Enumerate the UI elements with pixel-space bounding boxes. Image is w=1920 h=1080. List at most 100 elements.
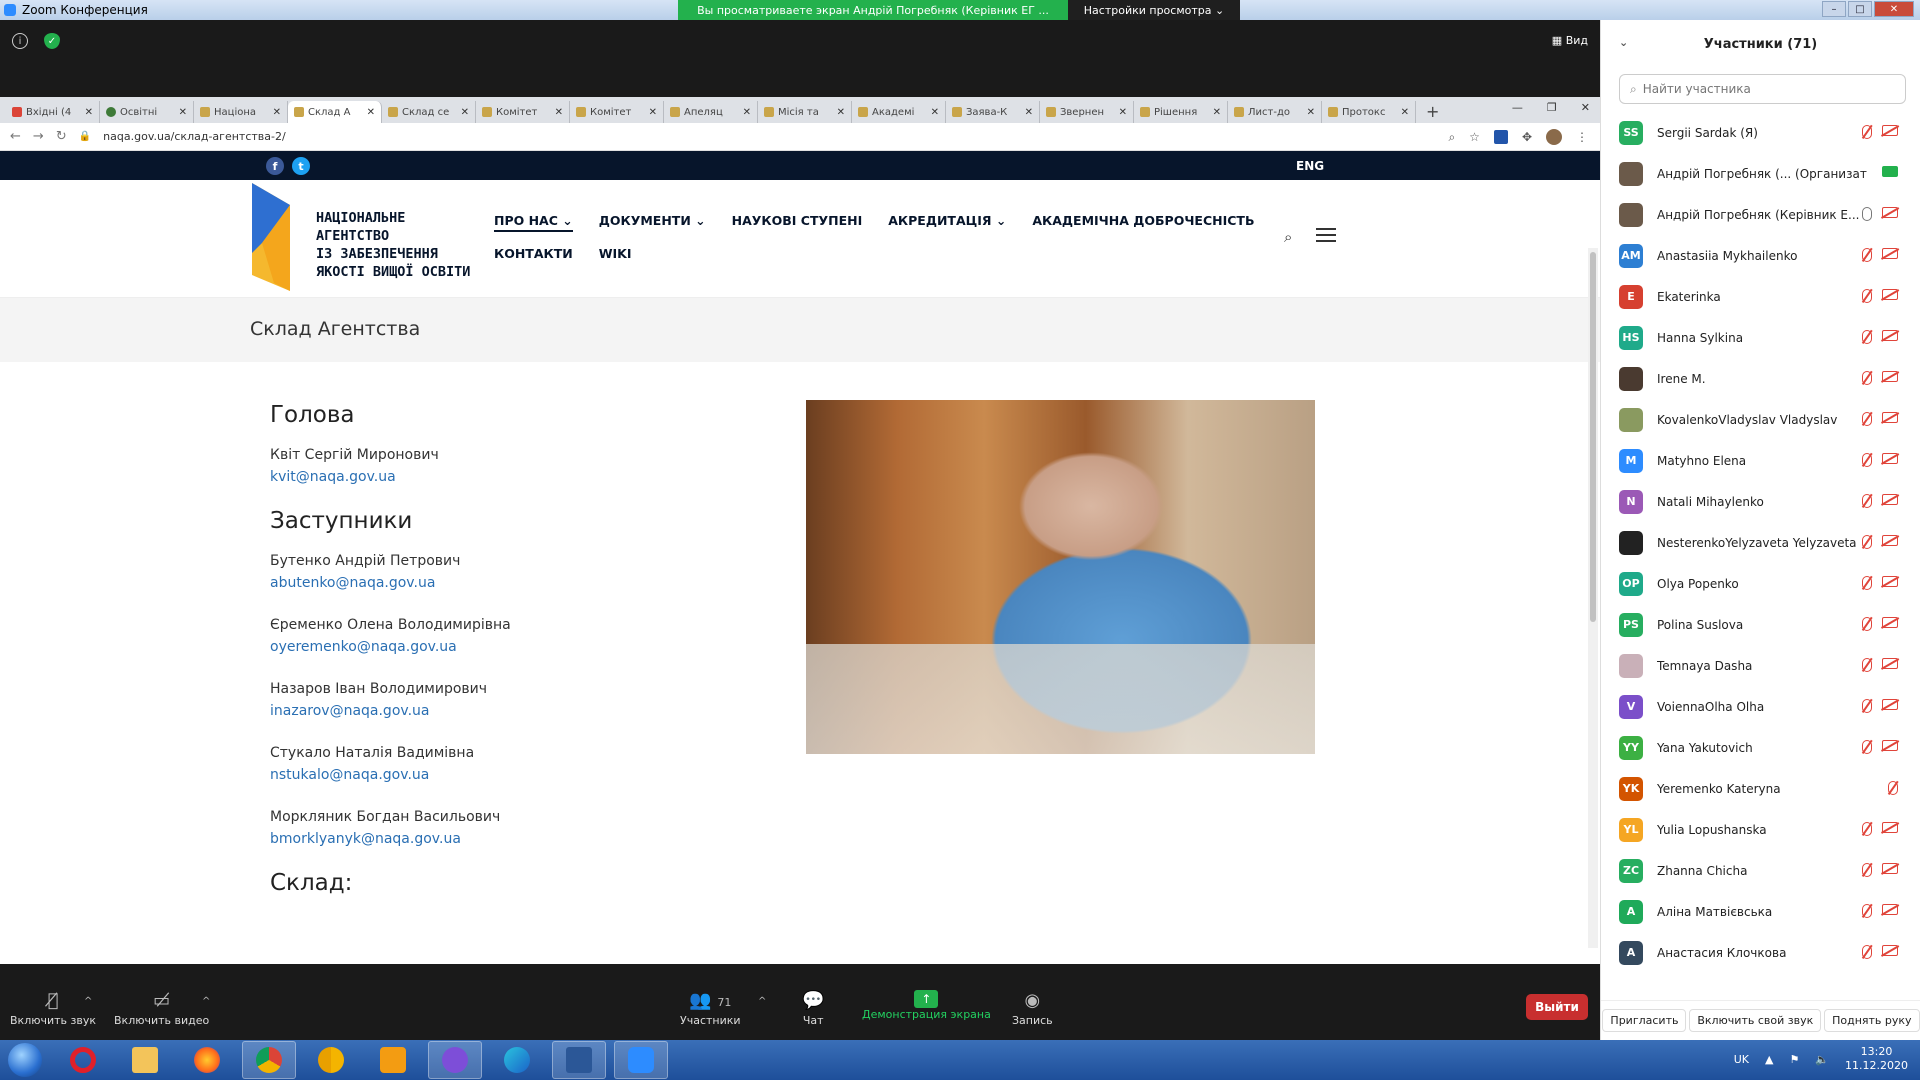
participant-row[interactable]: N Natali Mihaylenko	[1601, 481, 1920, 522]
browser-tab[interactable]: Рішення ✕	[1134, 101, 1228, 123]
tab-close-icon[interactable]: ✕	[1401, 107, 1409, 118]
address-bar[interactable]: naqa.gov.ua/склад-агентства-2/	[103, 130, 286, 143]
profile-avatar[interactable]	[1546, 129, 1562, 145]
zoom-magnifier-icon[interactable]: ⌕	[1448, 130, 1455, 145]
volume-icon[interactable]: 🔈	[1815, 1053, 1829, 1066]
tab-close-icon[interactable]: ✕	[555, 107, 563, 118]
browser-tab[interactable]: Лист-до ✕	[1228, 101, 1322, 123]
browser-tab[interactable]: Звернен ✕	[1040, 101, 1134, 123]
person-email-link[interactable]: bmorklyanyk@naqa.gov.ua	[270, 828, 770, 850]
person-email-link[interactable]: abutenko@naqa.gov.ua	[270, 572, 770, 594]
participant-search-input[interactable]	[1642, 82, 1905, 96]
maximize-button[interactable]: □	[1848, 1, 1872, 17]
nav-item-about[interactable]: ПРО НАС ⌄	[494, 213, 573, 232]
taskbar-opera[interactable]	[56, 1041, 110, 1079]
page-scrollbar[interactable]	[1588, 248, 1598, 948]
tab-close-icon[interactable]: ✕	[837, 107, 845, 118]
person-email-link[interactable]: oyeremenko@naqa.gov.ua	[270, 636, 770, 658]
logo-text[interactable]: НАЦІОНАЛЬНЕ АГЕНТСТВО ІЗ ЗАБЕЗПЕЧЕННЯ ЯК…	[316, 209, 470, 281]
participant-row[interactable]: Андрій Погребняк (Керівник Е...	[1601, 194, 1920, 235]
browser-tab[interactable]: Освітні ✕	[100, 101, 194, 123]
taskbar-chrome[interactable]	[242, 1041, 296, 1079]
view-button[interactable]: ▦ Вид	[1552, 34, 1588, 47]
participant-row[interactable]: KovalenkoVladyslav Vladyslav	[1601, 399, 1920, 440]
browser-restore-icon[interactable]: ❐	[1547, 101, 1557, 114]
nav-item-wiki[interactable]: WIKI	[599, 246, 632, 261]
tray-expand-icon[interactable]: ▲	[1765, 1053, 1773, 1066]
participants-button[interactable]: 👥 71 Участники	[680, 990, 741, 1027]
twitter-icon[interactable]: t	[292, 157, 310, 175]
collapse-chevron-icon[interactable]: ⌄	[1619, 36, 1628, 49]
tab-close-icon[interactable]: ✕	[273, 107, 281, 118]
participant-row[interactable]: E Ekaterinka	[1601, 276, 1920, 317]
view-options-button[interactable]: Настройки просмотра ⌄	[1068, 0, 1240, 20]
participant-row[interactable]: A Аліна Матвієвська	[1601, 891, 1920, 932]
browser-tab[interactable]: Склад А ✕	[288, 101, 382, 123]
tab-close-icon[interactable]: ✕	[1307, 107, 1315, 118]
participant-row[interactable]: YY Yana Yakutovich	[1601, 727, 1920, 768]
clock[interactable]: 13:20 11.12.2020	[1845, 1045, 1908, 1073]
tab-close-icon[interactable]: ✕	[1119, 107, 1127, 118]
language-switch-eng[interactable]: ENG	[1296, 159, 1324, 173]
facebook-icon[interactable]: f	[266, 157, 284, 175]
participant-row[interactable]: Irene M.	[1601, 358, 1920, 399]
participant-row[interactable]: SS Sergii Sardak (Я)	[1601, 112, 1920, 153]
lock-icon[interactable]: 🔒	[79, 131, 91, 142]
video-options-caret-icon[interactable]: ^	[202, 996, 210, 1007]
person-email-link[interactable]: kvit@naqa.gov.ua	[270, 466, 770, 488]
nav-item-documents[interactable]: ДОКУМЕНТИ ⌄	[599, 213, 706, 232]
taskbar-edge[interactable]	[490, 1041, 544, 1079]
participant-row[interactable]: YL Yulia Lopushanska	[1601, 809, 1920, 850]
tab-close-icon[interactable]: ✕	[179, 107, 187, 118]
participant-row[interactable]: AM Anastasiia Mykhailenko	[1601, 235, 1920, 276]
participant-row[interactable]: M Matyhno Elena	[1601, 440, 1920, 481]
bookmark-star-icon[interactable]: ☆	[1469, 130, 1480, 144]
site-search-icon[interactable]: ⌕	[1284, 228, 1292, 246]
tab-close-icon[interactable]: ✕	[85, 107, 93, 118]
taskbar-firefox[interactable]	[180, 1041, 234, 1079]
browser-tab[interactable]: Академі ✕	[852, 101, 946, 123]
nav-item-contacts[interactable]: КОНТАКТИ	[494, 246, 573, 261]
tab-close-icon[interactable]: ✕	[1213, 107, 1221, 118]
naqa-logo-icon[interactable]	[250, 183, 298, 293]
tab-close-icon[interactable]: ✕	[1025, 107, 1033, 118]
browser-tab[interactable]: Місія та ✕	[758, 101, 852, 123]
browser-tab[interactable]: Вхідні (4 ✕	[6, 101, 100, 123]
browser-tab[interactable]: Протокс ✕	[1322, 101, 1416, 123]
participant-row[interactable]: PS Polina Suslova	[1601, 604, 1920, 645]
tab-close-icon[interactable]: ✕	[649, 107, 657, 118]
participant-row[interactable]: YK Yeremenko Kateryna	[1601, 768, 1920, 809]
browser-tab[interactable]: Заява-К ✕	[946, 101, 1040, 123]
taskbar-explorer[interactable]	[118, 1041, 172, 1079]
start-video-button[interactable]: ▭̸ Включить видео	[114, 990, 209, 1027]
browser-tab[interactable]: Комітет ✕	[476, 101, 570, 123]
record-button[interactable]: ◉ Запись	[1012, 990, 1053, 1027]
tab-close-icon[interactable]: ✕	[461, 107, 469, 118]
participant-row[interactable]: Temnaya Dasha	[1601, 645, 1920, 686]
participant-row[interactable]: Андрій Погребняк (... (Организатор)	[1601, 153, 1920, 194]
hamburger-menu-icon[interactable]	[1316, 228, 1336, 242]
unmute-me-button[interactable]: Включить свой звук	[1689, 1009, 1822, 1032]
start-button[interactable]	[8, 1043, 42, 1077]
tab-close-icon[interactable]: ✕	[367, 107, 375, 118]
forward-arrow-icon[interactable]: →	[33, 129, 44, 144]
participant-row[interactable]: HS Hanna Sylkina	[1601, 317, 1920, 358]
minimize-button[interactable]: –	[1822, 1, 1846, 17]
browser-tab[interactable]: Склад се ✕	[382, 101, 476, 123]
tab-close-icon[interactable]: ✕	[743, 107, 751, 118]
participants-options-caret-icon[interactable]: ^	[758, 996, 766, 1007]
nav-item-degrees[interactable]: НАУКОВІ СТУПЕНІ	[732, 213, 863, 232]
security-shield-icon[interactable]: ✓	[44, 33, 60, 49]
browser-minimize-icon[interactable]: —	[1512, 101, 1523, 114]
leave-meeting-button[interactable]: Выйти	[1526, 994, 1588, 1020]
browser-tab[interactable]: Націона ✕	[194, 101, 288, 123]
participant-row[interactable]: NesterenkoYelyzaveta Yelyzaveta	[1601, 522, 1920, 563]
browser-close-icon[interactable]: ✕	[1581, 101, 1590, 114]
participant-row[interactable]: OP Olya Popenko	[1601, 563, 1920, 604]
chat-button[interactable]: 💬 Чат	[802, 990, 824, 1027]
browser-tab[interactable]: Апеляц ✕	[664, 101, 758, 123]
nav-item-accreditation[interactable]: АКРЕДИТАЦІЯ ⌄	[888, 213, 1006, 232]
language-indicator[interactable]: UK	[1734, 1053, 1749, 1066]
back-arrow-icon[interactable]: ←	[10, 129, 21, 144]
puzzle-extensions-icon[interactable]: ✥	[1522, 130, 1532, 144]
